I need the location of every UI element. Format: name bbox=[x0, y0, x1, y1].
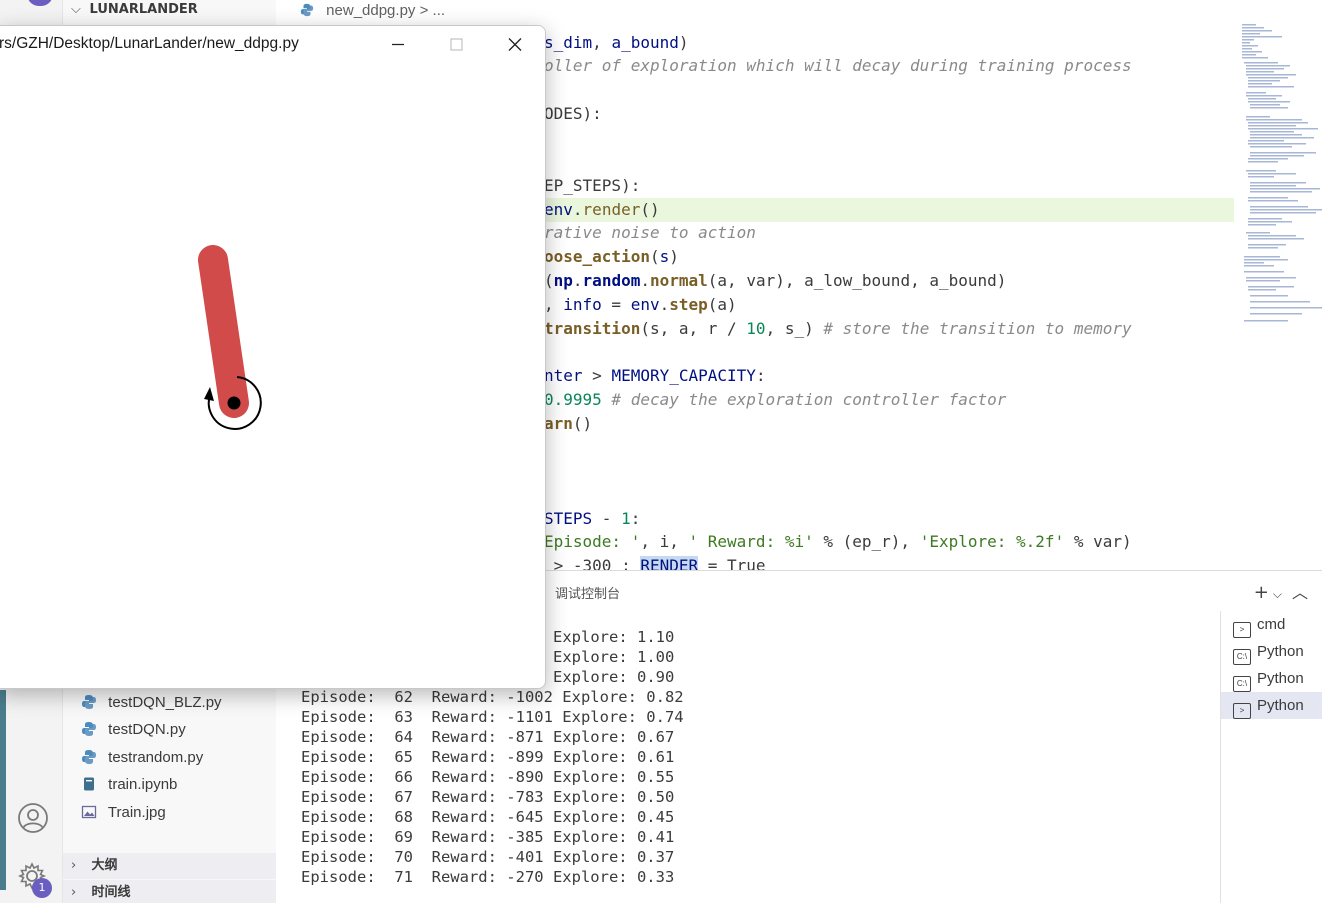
render-window[interactable]: rs/GZH/Desktop/LunarLander/new_ddpg.py bbox=[0, 25, 546, 689]
settings-badge: 1 bbox=[32, 878, 52, 898]
pendulum-axle bbox=[227, 396, 241, 410]
code-line: , info = env.step(a) bbox=[544, 295, 737, 314]
file-name: testDQN_BLZ.py bbox=[108, 694, 222, 711]
file-name: Train.jpg bbox=[107, 804, 166, 821]
python-file-icon bbox=[82, 750, 96, 764]
code-line: env.render() bbox=[544, 200, 660, 219]
terminal-icon: > bbox=[1233, 622, 1251, 638]
debug-console-tab[interactable]: 调试控制台 bbox=[555, 583, 620, 602]
cmd-window-icon: C:\ bbox=[1233, 676, 1251, 692]
minimap[interactable] bbox=[1242, 24, 1322, 334]
torque-arrowhead bbox=[204, 387, 214, 401]
output-line: Episode: 65 Reward: -899 Explore: 0.61 bbox=[301, 748, 675, 766]
output-line: Episode: 68 Reward: -645 Explore: 0.45 bbox=[301, 808, 675, 826]
code-line: arn() bbox=[544, 414, 593, 433]
terminal-item-python[interactable]: C:\ Python bbox=[1221, 638, 1322, 665]
terminal-item-python[interactable]: C:\ Python bbox=[1221, 665, 1322, 692]
account-icon[interactable] bbox=[17, 802, 49, 834]
chevron-right-icon: › bbox=[71, 858, 77, 873]
output-line: Episode: 71 Reward: -270 Explore: 0.33 bbox=[301, 868, 675, 886]
pendulum-canvas bbox=[198, 245, 262, 430]
file-item[interactable]: train.ipynb bbox=[63, 771, 276, 798]
code-line: s_dim, a_bound) bbox=[544, 33, 689, 52]
minimize-icon[interactable] bbox=[369, 26, 427, 63]
output-line: Episode: 67 Reward: -783 Explore: 0.50 bbox=[301, 788, 675, 806]
terminal-item-python-active[interactable]: > Python bbox=[1221, 692, 1322, 719]
window-titlebar[interactable]: rs/GZH/Desktop/LunarLander/new_ddpg.py bbox=[0, 26, 545, 63]
python-file-icon bbox=[82, 722, 96, 736]
notebook-file-icon bbox=[84, 777, 94, 791]
desktop-edge bbox=[0, 690, 6, 890]
file-item[interactable]: testrandom.py bbox=[63, 744, 276, 771]
terminal-list: > cmd C:\ Python C:\ Python > Python bbox=[1220, 611, 1322, 903]
folder-name: LUNARLANDER bbox=[89, 2, 198, 17]
chevron-right-icon: › bbox=[71, 885, 77, 900]
python-file-icon bbox=[82, 695, 96, 709]
file-item[interactable]: Train.jpg bbox=[63, 799, 276, 826]
cmd-window-icon: C:\ bbox=[1233, 649, 1251, 665]
chevron-down-icon[interactable]: ⌵ bbox=[1273, 587, 1282, 601]
file-name: testDQN.py bbox=[108, 721, 186, 738]
timeline-label: 时间线 bbox=[91, 885, 131, 900]
outline-section[interactable]: › 大纲 bbox=[63, 853, 276, 879]
code-line: (np.random.normal(a, var), a_low_bound, … bbox=[544, 271, 1007, 290]
close-icon[interactable] bbox=[487, 26, 545, 63]
pendulum-pole bbox=[198, 245, 249, 418]
outline-label: 大纲 bbox=[91, 858, 118, 873]
timeline-section[interactable]: › 时间线 bbox=[63, 880, 276, 903]
code-line: 0.9995 # decay the exploration controlle… bbox=[544, 390, 1007, 409]
output-line: Episode: 66 Reward: -890 Explore: 0.55 bbox=[301, 768, 675, 786]
terminal-item-cmd[interactable]: > cmd bbox=[1221, 611, 1322, 638]
image-file-icon bbox=[81, 805, 97, 819]
code-line: rative noise to action bbox=[544, 223, 756, 242]
output-line: Episode: 62 Reward: -1002 Explore: 0.82 bbox=[301, 688, 684, 706]
panel-actions: + ⌵ ︿ bbox=[1244, 579, 1308, 603]
code-line: nter > MEMORY_CAPACITY: bbox=[544, 366, 766, 385]
file-name: train.ipynb bbox=[108, 776, 178, 793]
output-line: Episode: 64 Reward: -871 Explore: 0.67 bbox=[301, 728, 675, 746]
terminal-icon: > bbox=[1233, 703, 1251, 719]
code-line: transition(s, a, r / 10, s_) # store the… bbox=[544, 319, 1132, 338]
output-line: Episode: 70 Reward: -401 Explore: 0.37 bbox=[301, 848, 675, 866]
chevron-up-icon[interactable]: ︿ bbox=[1292, 583, 1308, 602]
code-line: Episode: ', i, ' Reward: %i' % (ep_r), '… bbox=[544, 532, 1132, 551]
file-item[interactable]: testDQN.py bbox=[63, 716, 276, 743]
output-line: Episode: 69 Reward: -385 Explore: 0.41 bbox=[301, 828, 675, 846]
code-line: STEPS - 1: bbox=[544, 509, 641, 528]
code-line: oose_action(s) bbox=[544, 247, 679, 266]
window-title: rs/GZH/Desktop/LunarLander/new_ddpg.py bbox=[0, 35, 299, 52]
folder-header[interactable]: ⌵ LUNARLANDER bbox=[63, 0, 276, 22]
code-line: oller of exploration which will decay du… bbox=[544, 56, 1132, 75]
file-name: testrandom.py bbox=[108, 749, 204, 766]
activity-indicator[interactable] bbox=[27, 0, 53, 6]
vscode-window: 1 ⌵ LUNARLANDER testDQN_BLZ.py testDQN.p… bbox=[0, 0, 1322, 903]
add-terminal-icon[interactable]: + bbox=[1254, 582, 1269, 603]
code-line: EP_STEPS): bbox=[544, 176, 641, 195]
output-line: Episode: 63 Reward: -1101 Explore: 0.74 bbox=[301, 708, 684, 726]
maximize-icon[interactable] bbox=[427, 26, 485, 63]
chevron-down-icon: ⌵ bbox=[71, 2, 81, 17]
file-item[interactable]: testDQN_BLZ.py bbox=[63, 689, 276, 716]
code-line: ODES): bbox=[544, 104, 602, 123]
